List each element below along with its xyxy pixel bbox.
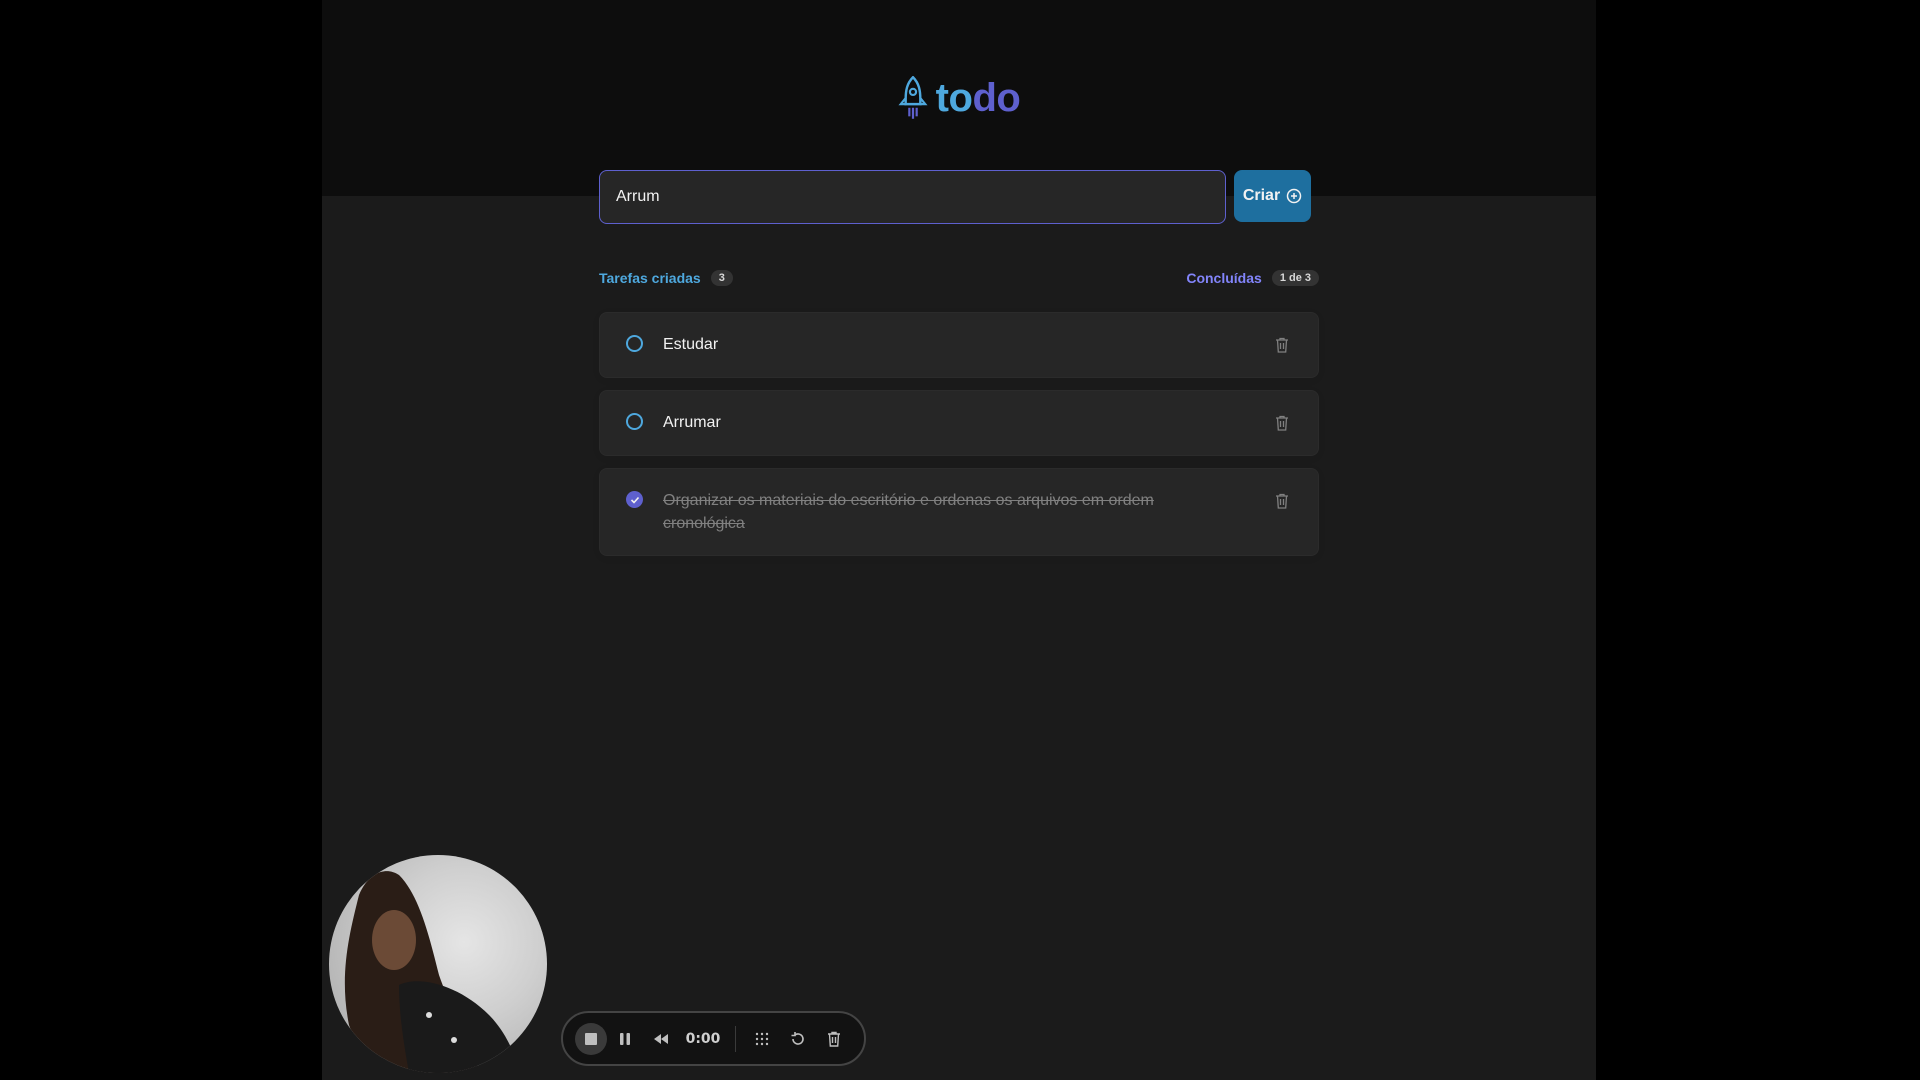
trash-icon[interactable] — [1270, 489, 1294, 513]
rewind-icon — [654, 1033, 668, 1044]
stop-icon — [585, 1032, 597, 1045]
trash-icon[interactable] — [1270, 411, 1294, 435]
logo: todo — [322, 74, 1596, 122]
task-item: Organizar os materiais do escritório e o… — [599, 468, 1319, 556]
webcam-bubble[interactable] — [329, 855, 547, 1073]
task-item: Arrumar — [599, 390, 1319, 456]
create-button-label: Criar — [1242, 187, 1281, 204]
logo-text-part2: do — [972, 76, 1021, 120]
task-text: Organizar os materiais do escritório e o… — [663, 492, 1154, 532]
trash-icon[interactable] — [1270, 333, 1294, 357]
trash-icon — [828, 1031, 840, 1047]
plus-circle-icon — [1286, 188, 1302, 204]
task-text: Arrumar — [663, 414, 721, 431]
task-counters: Tarefas criadas 3 Concluídas 1 de 3 — [599, 270, 1319, 286]
grid-icon — [755, 1032, 769, 1045]
stop-button[interactable] — [575, 1022, 607, 1055]
grid-button[interactable] — [744, 1021, 780, 1057]
pause-icon — [620, 1032, 630, 1045]
restart-icon — [791, 1031, 804, 1045]
create-button[interactable]: Criar — [1234, 170, 1311, 222]
task-item: Estudar — [599, 312, 1319, 378]
pause-button[interactable] — [607, 1021, 643, 1057]
task-text: Estudar — [663, 336, 719, 353]
done-label: Concluídas — [1186, 270, 1262, 286]
recording-time: 0:00 — [685, 1030, 721, 1047]
delete-recording-button[interactable] — [816, 1021, 852, 1057]
new-task-form: Criar — [599, 170, 1311, 224]
webcam-person-image — [344, 871, 519, 1073]
restart-button[interactable] — [780, 1021, 816, 1057]
rocket-icon — [898, 76, 928, 119]
task-list: Estudar Arrumar Organizar os materiais d… — [599, 312, 1319, 568]
new-task-input[interactable] — [599, 170, 1226, 224]
toolbar-divider — [735, 1025, 736, 1052]
created-counter: Tarefas criadas 3 — [599, 270, 733, 286]
task-checkbox-checked[interactable] — [626, 491, 643, 508]
task-checkbox[interactable] — [626, 335, 643, 352]
logo-text-part1: to — [935, 76, 973, 120]
check-icon — [630, 496, 639, 504]
rewind-button[interactable] — [643, 1021, 679, 1057]
created-label: Tarefas criadas — [599, 270, 701, 286]
done-counter: Concluídas 1 de 3 — [1186, 270, 1319, 286]
recording-toolbar: 0:00 — [561, 1011, 866, 1066]
task-checkbox[interactable] — [626, 413, 643, 430]
created-count-badge: 3 — [710, 270, 733, 286]
done-count-badge: 1 de 3 — [1271, 270, 1319, 286]
logo-text: todo — [936, 74, 1021, 122]
